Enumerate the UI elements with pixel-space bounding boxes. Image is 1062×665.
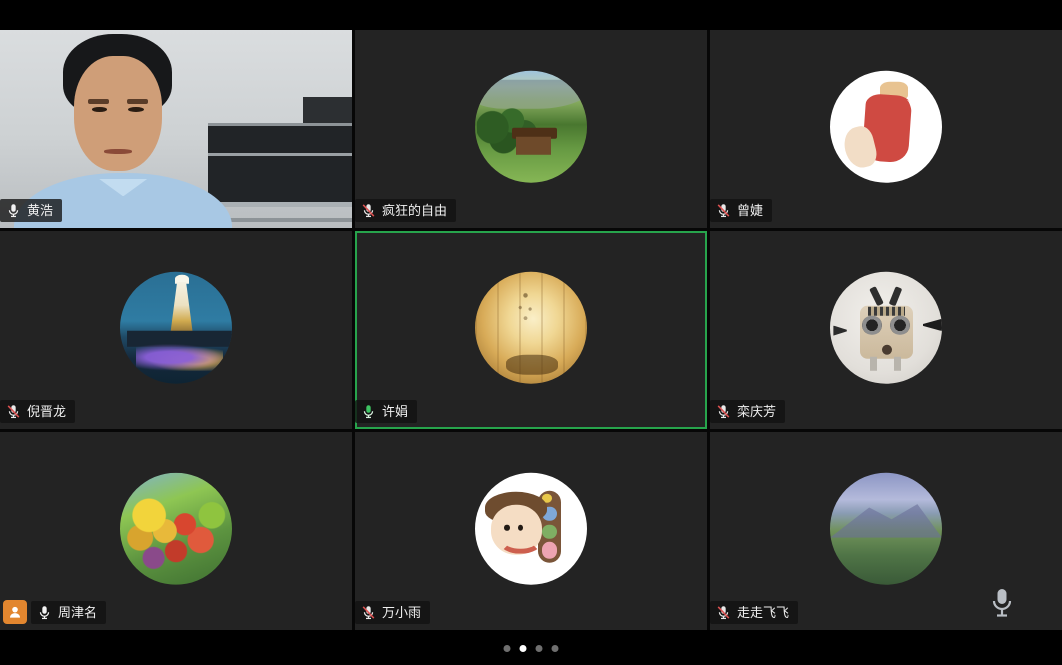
name-label: 曾婕 (710, 199, 772, 222)
name-label: 黄浩 (0, 199, 62, 222)
participant-tile-wanxiaoyu[interactable]: 万小雨 (355, 432, 707, 630)
participant-tile-huanghao[interactable]: 黄浩 (0, 30, 352, 228)
name-label: 栾庆芳 (710, 400, 785, 423)
name-label: 万小雨 (355, 601, 430, 624)
avatar (830, 473, 942, 585)
avatar (475, 272, 587, 384)
participant-tile-nijinlong[interactable]: 倪晋龙 (0, 231, 352, 429)
participant-name: 走走飞飞 (737, 605, 789, 620)
avatar (830, 71, 942, 183)
participant-status-badge (3, 600, 27, 624)
name-label: 疯狂的自由 (355, 199, 456, 222)
avatar (830, 272, 942, 384)
page-indicator[interactable] (504, 645, 559, 652)
avatar (475, 71, 587, 183)
mic-muted-icon (361, 203, 376, 218)
microphone-control-icon[interactable] (990, 587, 1014, 620)
participant-tile-fengkuangdeziyou[interactable]: 疯狂的自由 (355, 30, 707, 228)
participant-tile-zhoujinming[interactable]: 周津名 (0, 432, 352, 630)
avatar (120, 473, 232, 585)
participant-name: 黄浩 (27, 203, 53, 218)
page-dot-2-active[interactable] (520, 645, 527, 652)
mic-muted-icon (716, 404, 731, 419)
participant-name: 疯狂的自由 (382, 203, 447, 218)
participant-tile-xujuan-active-speaker[interactable]: 许娟 (355, 231, 707, 429)
mic-muted-icon (6, 404, 21, 419)
participant-name: 万小雨 (382, 605, 421, 620)
mic-on-icon (37, 605, 52, 620)
name-label: 许娟 (355, 400, 417, 423)
page-dot-1[interactable] (504, 645, 511, 652)
avatar (120, 272, 232, 384)
page-dot-4[interactable] (552, 645, 559, 652)
video-grid: 黄浩 疯狂的自由 (0, 30, 1062, 630)
name-label: 倪晋龙 (0, 400, 75, 423)
mic-muted-icon (361, 605, 376, 620)
participant-name: 倪晋龙 (27, 404, 66, 419)
name-label: 走走飞飞 (710, 601, 798, 624)
participant-name: 周津名 (58, 605, 97, 620)
mic-speaking-icon (361, 404, 376, 419)
mic-muted-icon (716, 203, 731, 218)
participant-tile-zouzoufeifei[interactable]: 走走飞飞 (710, 432, 1062, 630)
name-label: 周津名 (31, 601, 106, 624)
participant-name: 曾婕 (737, 203, 763, 218)
participant-tile-zengjie[interactable]: 曾婕 (710, 30, 1062, 228)
meeting-window: 黄浩 疯狂的自由 (0, 0, 1062, 665)
participant-tile-luanqingfang[interactable]: 栾庆芳 (710, 231, 1062, 429)
avatar (475, 473, 587, 585)
mic-on-icon (6, 203, 21, 218)
participant-name: 栾庆芳 (737, 404, 776, 419)
mic-muted-icon (716, 605, 731, 620)
participant-name: 许娟 (382, 404, 408, 419)
page-dot-3[interactable] (536, 645, 543, 652)
